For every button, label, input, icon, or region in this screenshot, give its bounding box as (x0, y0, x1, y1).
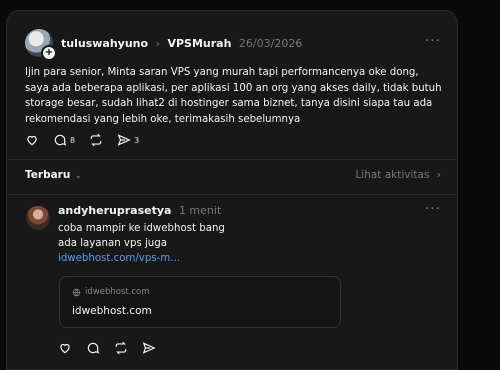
follow-plus-icon[interactable]: + (41, 45, 57, 61)
chevron-right-icon: › (155, 37, 160, 50)
repost-icon (115, 341, 127, 355)
reply-repost-button[interactable] (114, 341, 128, 355)
post-more-icon[interactable]: ··· (425, 33, 441, 49)
share-icon (142, 342, 156, 354)
like-button[interactable] (25, 133, 39, 147)
chevron-down-icon: ⌄ (74, 171, 82, 181)
post-text: Ijin para senior, Minta saran VPS yang m… (25, 67, 442, 125)
link-preview-title: idwebhost.com (72, 305, 152, 317)
divider (7, 194, 457, 195)
thread-card: + tuluswahyuno › VPSMurah 26/03/2026 ···… (6, 10, 458, 370)
post-username[interactable]: tuluswahyuno (61, 37, 148, 50)
reply-header: andyheruprasetya 1 menit (58, 204, 221, 217)
chevron-right-icon: › (436, 169, 441, 181)
share-icon (117, 134, 131, 146)
reply-line: ada layanan vps juga (58, 238, 167, 249)
reply-share-button[interactable] (142, 341, 156, 355)
repost-button[interactable] (89, 133, 103, 147)
link-preview-card[interactable]: idwebhost.com idwebhost.com (59, 276, 341, 328)
reply-comment-button[interactable] (86, 341, 100, 355)
reply-username[interactable]: andyheruprasetya (58, 204, 171, 217)
heart-icon (27, 135, 37, 146)
sort-dropdown[interactable]: Terbaru ⌄ (25, 169, 82, 181)
right-rail (458, 0, 500, 358)
repost-icon (90, 133, 102, 147)
globe-icon (72, 288, 81, 296)
comment-button[interactable]: 8 (53, 133, 75, 147)
link-preview-domain-text: idwebhost.com (85, 287, 150, 297)
post-community[interactable]: VPSMurah (167, 37, 231, 50)
reply-like-button[interactable] (58, 341, 72, 355)
reply-text: coba mampir ke idwebhost bang ada layana… (58, 221, 225, 266)
share-count: 3 (134, 135, 140, 145)
reply-link[interactable]: idwebhost.com/vps-m… (58, 251, 225, 266)
share-button[interactable]: 3 (117, 133, 139, 147)
reply-time: 1 menit (178, 204, 222, 217)
comment-icon (87, 342, 100, 354)
post-actions: 8 3 (25, 133, 139, 147)
divider (7, 159, 457, 160)
reply-avatar[interactable] (26, 206, 50, 230)
reply-actions (58, 341, 156, 355)
reply-line: coba mampir ke idwebhost bang (58, 223, 225, 234)
link-preview-domain: idwebhost.com (72, 287, 150, 297)
post-header: tuluswahyuno › VPSMurah 26/03/2026 (61, 37, 302, 50)
comment-count: 8 (70, 135, 76, 145)
post-date: 26/03/2026 (238, 37, 303, 50)
view-activity-label: Lihat aktivitas (355, 169, 430, 181)
comment-icon (54, 134, 67, 146)
sort-label: Terbaru (25, 169, 71, 181)
reply-more-icon[interactable]: ··· (425, 201, 441, 217)
heart-icon (60, 343, 70, 354)
view-activity-link[interactable]: Lihat aktivitas › (355, 169, 441, 181)
